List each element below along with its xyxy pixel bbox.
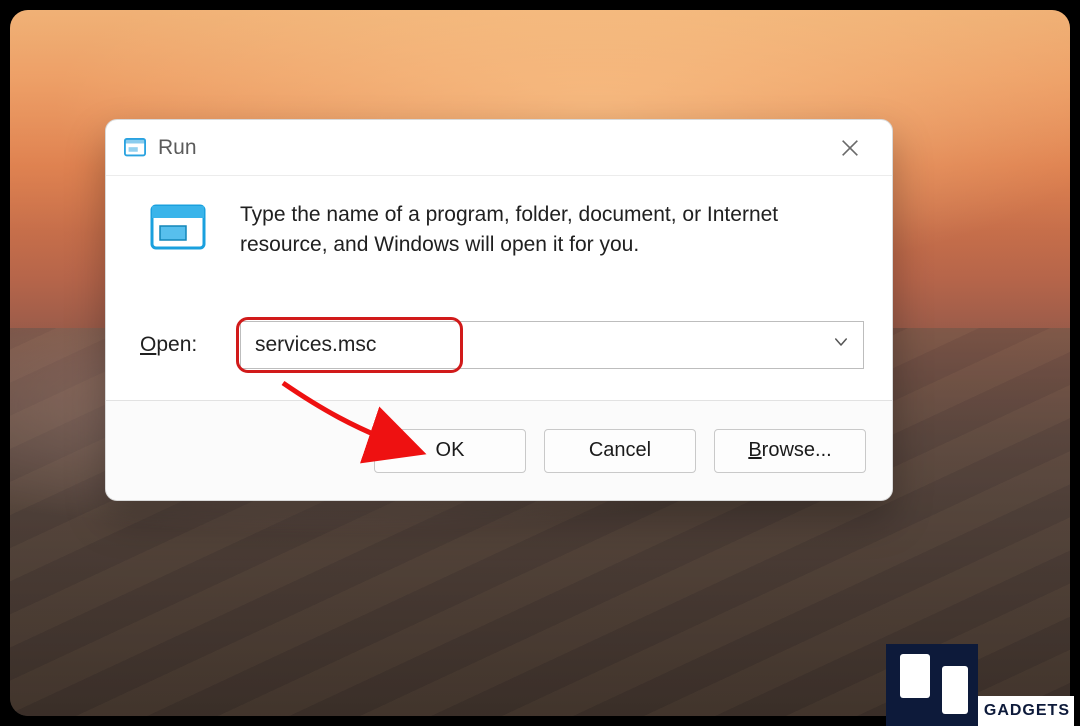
chevron-down-icon[interactable] <box>832 333 850 357</box>
close-button[interactable] <box>826 124 874 172</box>
open-label: Open: <box>134 321 222 369</box>
dialog-footer: OK Cancel Browse... <box>106 400 892 500</box>
titlebar: Run <box>106 120 892 176</box>
open-combobox[interactable]: services.msc <box>240 321 864 369</box>
watermark-text: GADGETS <box>978 696 1074 726</box>
ok-button[interactable]: OK <box>374 429 526 473</box>
open-combo-wrap: services.msc <box>240 321 864 369</box>
cancel-button[interactable]: Cancel <box>544 429 696 473</box>
browse-button[interactable]: Browse... <box>714 429 866 473</box>
dialog-body: Type the name of a program, folder, docu… <box>106 176 892 400</box>
run-dialog: Run Type the name of a program, folder, … <box>105 119 893 501</box>
watermark-logo <box>886 644 978 726</box>
open-input-value: services.msc <box>255 333 376 357</box>
close-icon <box>839 137 861 159</box>
watermark: GADGETS <box>886 644 1074 726</box>
run-icon <box>124 137 146 159</box>
instruction-text: Type the name of a program, folder, docu… <box>240 200 864 260</box>
run-large-icon <box>134 200 222 250</box>
dialog-title: Run <box>158 136 197 160</box>
